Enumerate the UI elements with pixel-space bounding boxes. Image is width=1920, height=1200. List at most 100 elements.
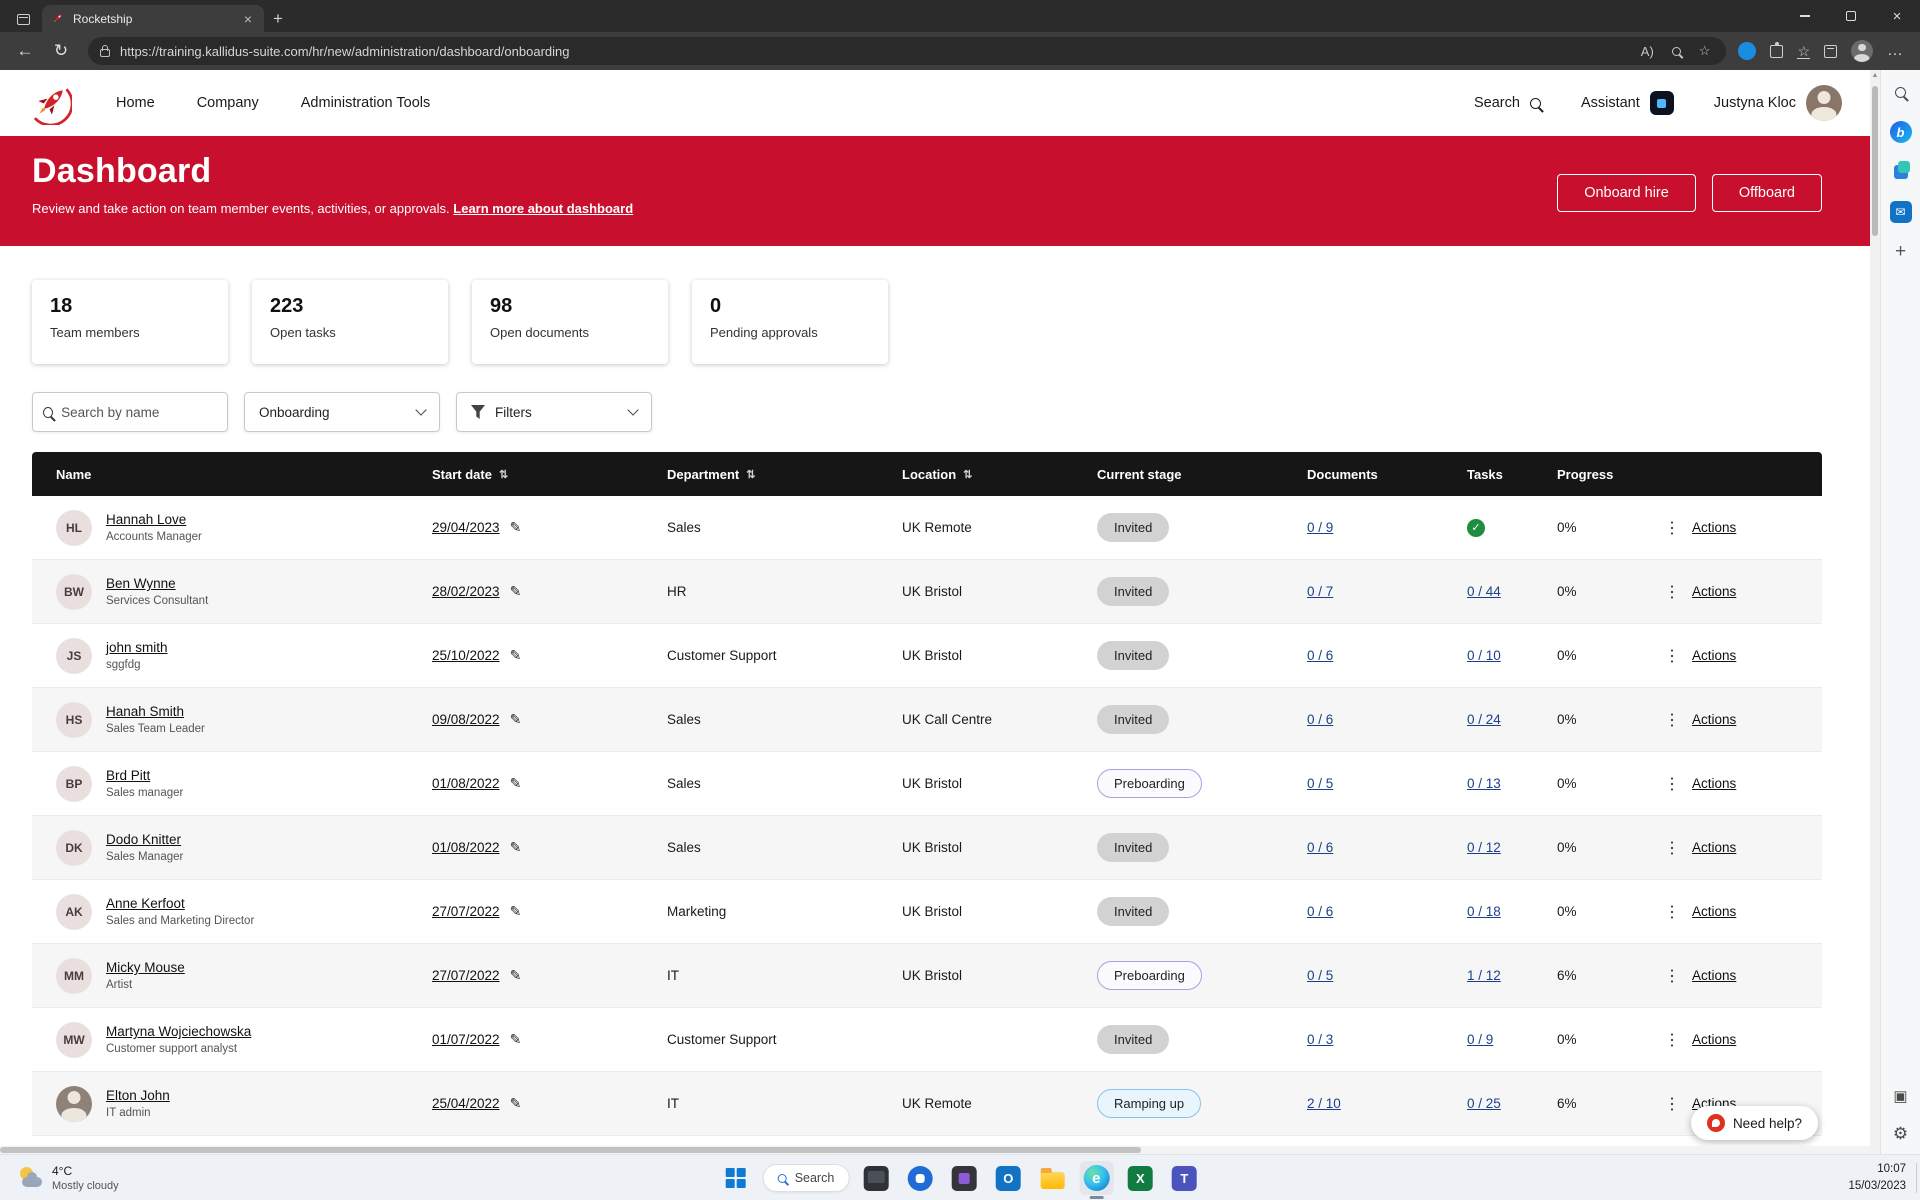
actions-link[interactable]: Actions — [1692, 584, 1736, 599]
documents-link[interactable]: 0 / 5 — [1307, 968, 1333, 983]
browser-tab[interactable]: Rocketship × — [42, 5, 264, 32]
edit-date-icon[interactable]: ✎ — [510, 903, 522, 920]
tasks-link[interactable]: 0 / 12 — [1467, 840, 1501, 855]
documents-link[interactable]: 0 / 6 — [1307, 648, 1333, 663]
kebab-icon[interactable]: ⋮ — [1662, 902, 1682, 922]
edit-date-icon[interactable]: ✎ — [510, 967, 522, 984]
employee-name-link[interactable]: Micky Mouse — [106, 960, 185, 975]
actions-link[interactable]: Actions — [1692, 776, 1736, 791]
employee-name-link[interactable]: Hanah Smith — [106, 704, 184, 719]
start-date-link[interactable]: 01/07/2022 — [432, 1032, 500, 1047]
start-date-link[interactable]: 09/08/2022 — [432, 712, 500, 727]
tasks-link[interactable]: 0 / 9 — [1467, 1032, 1493, 1047]
documents-link[interactable]: 2 / 10 — [1307, 1096, 1341, 1111]
employee-name-link[interactable]: Brd Pitt — [106, 768, 150, 783]
close-window-button[interactable]: × — [1874, 0, 1920, 32]
scroll-up-icon[interactable]: ▲ — [1870, 72, 1880, 79]
documents-link[interactable]: 0 / 5 — [1307, 776, 1333, 791]
tasks-link[interactable]: 0 / 24 — [1467, 712, 1501, 727]
stat-card-open-tasks[interactable]: 223 Open tasks — [252, 280, 448, 364]
settings-gear-icon[interactable]: ⚙ — [1889, 1122, 1913, 1146]
kebab-icon[interactable]: ⋮ — [1662, 774, 1682, 794]
employee-name-link[interactable]: Dodo Knitter — [106, 832, 181, 847]
nav-company[interactable]: Company — [197, 95, 259, 111]
app-icon-teams[interactable]: T — [1167, 1161, 1201, 1195]
edit-date-icon[interactable]: ✎ — [510, 647, 522, 664]
browser-profile-icon[interactable] — [1851, 40, 1873, 62]
back-button[interactable]: ← — [10, 37, 40, 65]
kebab-icon[interactable]: ⋮ — [1662, 518, 1682, 538]
start-button[interactable] — [719, 1161, 753, 1195]
start-date-link[interactable]: 01/08/2022 — [432, 776, 500, 791]
vertical-scrollbar-thumb[interactable] — [1872, 86, 1878, 236]
kebab-icon[interactable]: ⋮ — [1662, 838, 1682, 858]
stat-card-pending-approvals[interactable]: 0 Pending approvals — [692, 280, 888, 364]
tasks-link[interactable]: 1 / 12 — [1467, 968, 1501, 983]
kebab-icon[interactable]: ⋮ — [1662, 710, 1682, 730]
kebab-icon[interactable]: ⋮ — [1662, 582, 1682, 602]
show-desktop-button[interactable] — [1916, 1163, 1920, 1193]
nav-home[interactable]: Home — [116, 95, 155, 111]
employee-name-link[interactable]: john smith — [106, 640, 168, 655]
filters-dropdown[interactable]: Filters — [456, 392, 652, 432]
actions-link[interactable]: Actions — [1692, 904, 1736, 919]
learn-more-link[interactable]: Learn more about dashboard — [453, 201, 633, 216]
kebab-icon[interactable]: ⋮ — [1662, 1030, 1682, 1050]
sort-icon[interactable]: ⇅ — [746, 468, 755, 481]
offboard-button[interactable]: Offboard — [1712, 174, 1822, 212]
app-icon-file-explorer[interactable] — [1035, 1161, 1069, 1195]
minimize-button[interactable] — [1782, 0, 1828, 32]
sidebar-panel-icon[interactable]: ▣ — [1889, 1084, 1913, 1108]
documents-link[interactable]: 0 / 9 — [1307, 520, 1333, 535]
address-bar[interactable]: https://training.kallidus-suite.com/hr/n… — [88, 37, 1726, 65]
tab-search-menu-button[interactable] — [8, 6, 38, 32]
favorites-bar-icon[interactable]: ☆ — [1797, 44, 1810, 59]
weather-widget[interactable]: 4°C Mostly cloudy — [10, 1155, 127, 1200]
search-input[interactable] — [61, 405, 217, 420]
tasks-link[interactable]: 0 / 10 — [1467, 648, 1501, 663]
employee-name-link[interactable]: Hannah Love — [106, 512, 186, 527]
add-favorite-icon[interactable]: ☆ — [1695, 43, 1715, 59]
bing-chat-icon[interactable]: b — [1889, 120, 1913, 144]
view-dropdown[interactable]: Onboarding — [244, 392, 440, 432]
horizontal-scrollbar-thumb[interactable] — [0, 1147, 1141, 1153]
sidebar-outlook-icon[interactable]: ✉ — [1889, 200, 1913, 224]
url-text[interactable]: https://training.kallidus-suite.com/hr/n… — [120, 44, 1627, 59]
edit-date-icon[interactable]: ✎ — [510, 1031, 522, 1048]
start-date-link[interactable]: 25/04/2022 — [432, 1096, 500, 1111]
taskbar-clock[interactable]: 10:07 15/03/2023 — [1848, 1155, 1906, 1200]
employee-name-link[interactable]: Ben Wynne — [106, 576, 176, 591]
actions-link[interactable]: Actions — [1692, 1032, 1736, 1047]
documents-link[interactable]: 0 / 6 — [1307, 712, 1333, 727]
extensions-puzzle-icon[interactable] — [1770, 45, 1783, 58]
rocketship-logo[interactable] — [28, 81, 72, 125]
start-date-link[interactable]: 27/07/2022 — [432, 968, 500, 983]
edit-date-icon[interactable]: ✎ — [510, 775, 522, 792]
extension-icon[interactable] — [1738, 42, 1756, 60]
header-search-button[interactable]: Search — [1474, 95, 1541, 111]
edit-date-icon[interactable]: ✎ — [510, 1095, 522, 1112]
zoom-icon[interactable] — [1668, 44, 1685, 59]
microsoft365-icon[interactable] — [1889, 160, 1913, 184]
tasks-link[interactable]: 0 / 13 — [1467, 776, 1501, 791]
documents-link[interactable]: 0 / 3 — [1307, 1032, 1333, 1047]
actions-link[interactable]: Actions — [1692, 712, 1736, 727]
user-menu[interactable]: Justyna Kloc — [1714, 85, 1842, 121]
tab-close-icon[interactable]: × — [240, 11, 256, 27]
browser-menu-icon[interactable]: … — [1887, 42, 1904, 60]
actions-link[interactable]: Actions — [1692, 968, 1736, 983]
nav-administration-tools[interactable]: Administration Tools — [301, 95, 431, 111]
documents-link[interactable]: 0 / 7 — [1307, 584, 1333, 599]
edit-date-icon[interactable]: ✎ — [510, 839, 522, 856]
kebab-icon[interactable]: ⋮ — [1662, 966, 1682, 986]
horizontal-scrollbar[interactable] — [0, 1146, 1870, 1154]
assistant-button[interactable]: Assistant — [1581, 91, 1674, 115]
taskbar-search[interactable]: Search — [763, 1164, 850, 1192]
tasks-link[interactable]: 0 / 18 — [1467, 904, 1501, 919]
user-avatar[interactable] — [1806, 85, 1842, 121]
sort-icon[interactable]: ⇅ — [963, 468, 972, 481]
start-date-link[interactable]: 01/08/2022 — [432, 840, 500, 855]
app-icon-media[interactable] — [947, 1161, 981, 1195]
maximize-button[interactable] — [1828, 0, 1874, 32]
actions-link[interactable]: Actions — [1692, 840, 1736, 855]
